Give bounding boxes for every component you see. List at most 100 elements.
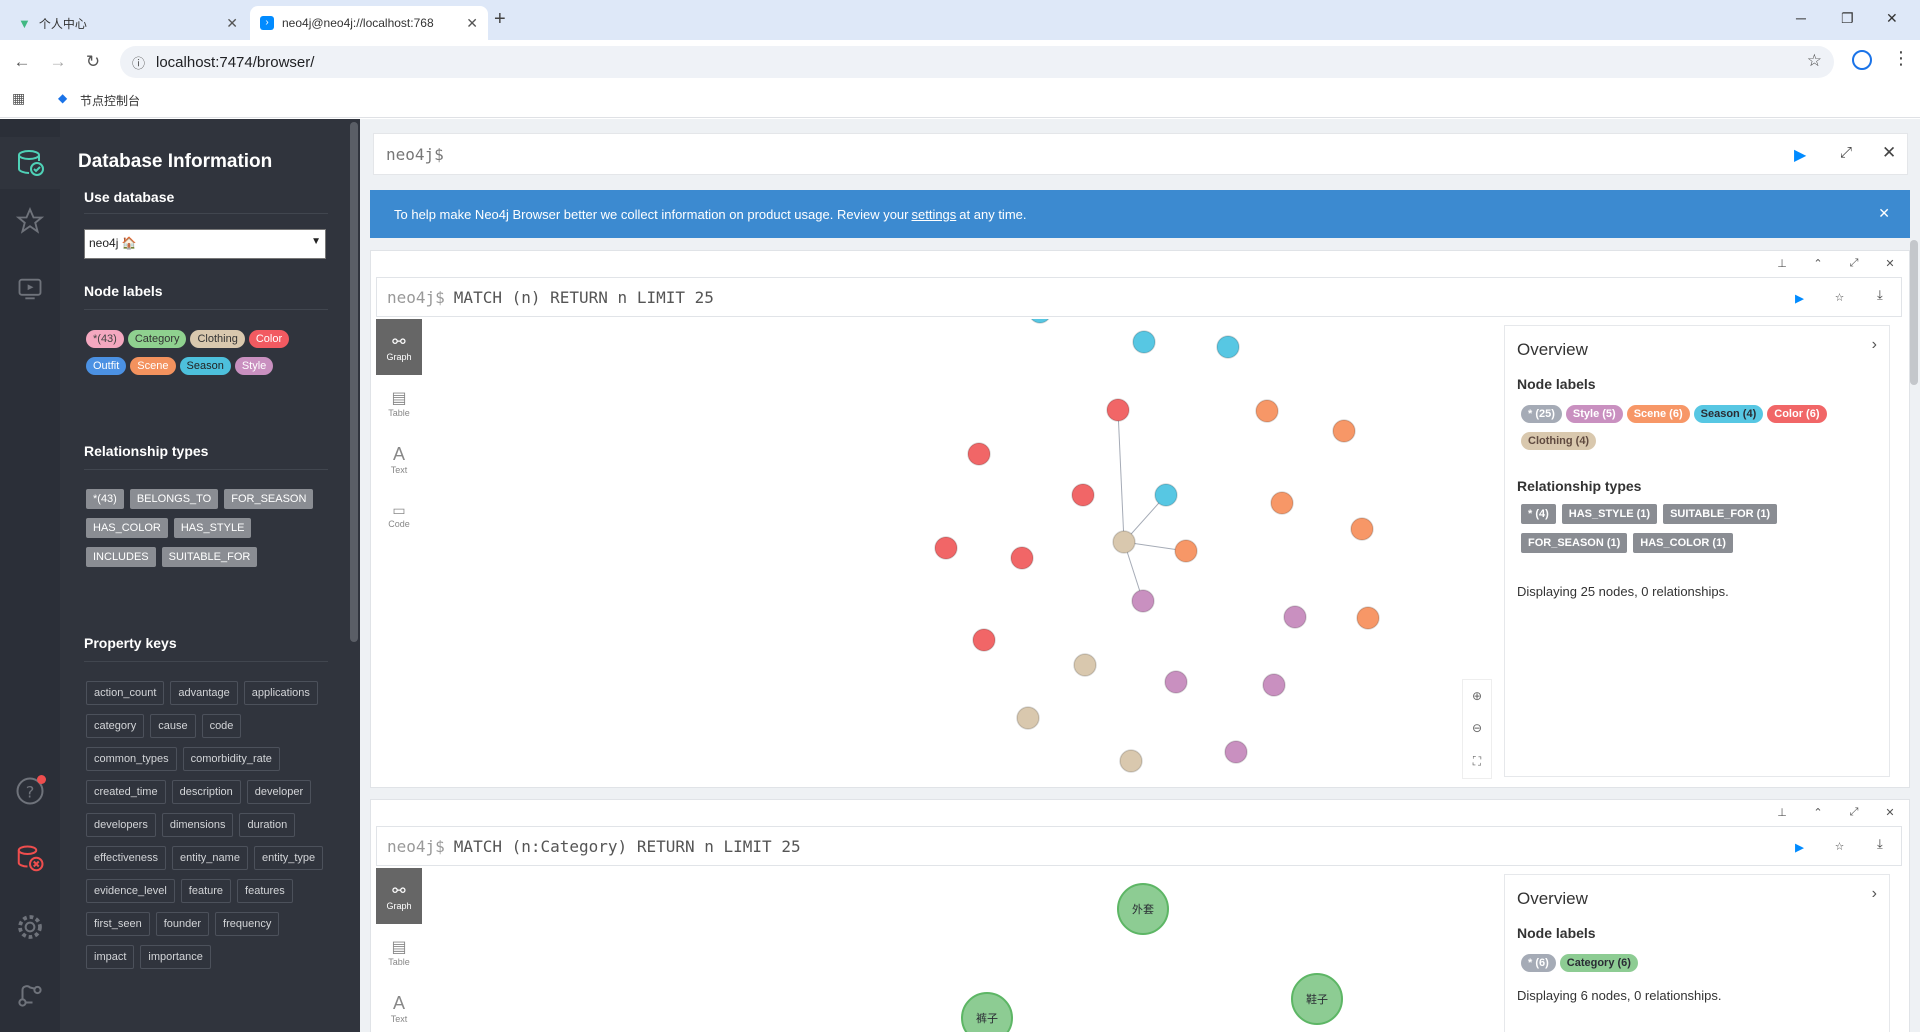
pin-icon[interactable]: ⊥ [1775,806,1789,819]
download-icon[interactable]: ⤓ [1877,837,1883,852]
node-label-pill[interactable]: *(43) [86,330,124,348]
overview-rel-tag[interactable]: SUITABLE_FOR (1) [1663,504,1778,524]
favorites-star-icon[interactable] [14,205,46,237]
property-key-tag[interactable]: description [171,780,241,804]
graph-node[interactable] [1010,546,1034,570]
fit-icon[interactable]: ⛶ [1473,754,1481,769]
zoom-out-icon[interactable]: ⊖ [1472,721,1482,735]
close-frame-icon[interactable]: ✕ [1883,257,1897,270]
overview-label-pill[interactable]: Clothing (4) [1521,432,1597,450]
collapse-icon[interactable]: ⌃ [1811,806,1825,819]
graph-node[interactable] [1216,335,1240,359]
table-view-button[interactable]: ▤ Table [376,375,422,431]
overview-rel-tag[interactable]: HAS_COLOR (1) [1633,533,1733,553]
overview-rel-tag[interactable]: * (4) [1521,504,1556,524]
graph-node[interactable] [1112,530,1136,554]
apps-grid-icon[interactable]: ▦ [12,90,25,107]
property-key-tag[interactable]: category [86,714,145,738]
tab-neo4j[interactable]: › neo4j@neo4j://localhost:768 ✕ [250,6,488,40]
relationship-type-tag[interactable]: INCLUDES [86,547,156,567]
graph-node[interactable] [972,628,996,652]
overview-label-pill[interactable]: * (25) [1521,405,1562,423]
property-key-tag[interactable]: developer [246,780,312,804]
graph-relationship[interactable] [1117,409,1125,543]
graph-node[interactable] [1071,483,1095,507]
database-icon[interactable] [0,137,60,189]
expand-icon[interactable]: ⤢ [1847,257,1861,270]
fullscreen-icon[interactable]: ⤢ [1840,144,1852,161]
address-bar[interactable]: ⓘ localhost:7474/browser/ ☆ [120,46,1834,78]
close-editor-icon[interactable]: ✕ [1882,143,1896,163]
property-key-tag[interactable]: entity_name [172,846,248,870]
node-label-pill[interactable]: Color [248,330,290,348]
graph-node[interactable] [1350,517,1374,541]
drawer-scrollbar[interactable] [350,122,358,642]
overview-label-pill[interactable]: * (6) [1521,954,1556,972]
rerun-play-icon[interactable]: ▶ [1795,838,1804,856]
graph-node[interactable]: 裤子 [961,992,1013,1032]
property-key-tag[interactable]: dimensions [161,813,234,837]
property-key-tag[interactable]: advantage [170,681,238,705]
node-label-pill[interactable]: Category [127,330,187,348]
property-key-tag[interactable]: founder [155,912,210,936]
graph-node[interactable] [1106,398,1130,422]
guides-play-icon[interactable] [14,273,46,305]
graph-node[interactable] [1262,673,1286,697]
graph-node[interactable] [1224,740,1248,764]
node-label-pill[interactable]: Season [179,357,231,375]
overview-label-pill[interactable]: Color (6) [1767,405,1827,423]
overview-label-pill[interactable]: Category (6) [1559,954,1638,972]
property-key-tag[interactable]: impact [86,945,135,969]
graph-node[interactable] [1164,670,1188,694]
cypher-editor[interactable]: neo4j$ ▶ ⤢ ✕ [373,133,1908,175]
node-label-pill[interactable]: Clothing [190,330,245,348]
code-view-button[interactable]: ▭ Code [376,487,422,543]
graph-node[interactable] [1356,606,1380,630]
frame-command[interactable]: neo4j$ MATCH (n) RETURN n LIMIT 25 ▶ ☆ ⤓ [376,277,1902,317]
property-key-tag[interactable]: created_time [86,780,166,804]
chevron-right-icon[interactable]: › [1872,885,1877,903]
relationship-type-tag[interactable]: FOR_SEASON [224,489,314,509]
graph-node[interactable] [1255,399,1279,423]
graph-node[interactable] [1029,319,1051,324]
close-window-button[interactable]: ✕ [1886,10,1898,27]
graph-view-button[interactable]: ⚯ Graph [376,868,422,924]
graph-canvas[interactable] [423,319,1523,787]
profile-icon[interactable] [1852,50,1872,70]
close-banner-icon[interactable]: ✕ [1878,205,1890,222]
restore-button[interactable]: ❐ [1841,10,1854,27]
relationship-type-tag[interactable]: HAS_STYLE [173,518,252,538]
graph-node[interactable] [1174,539,1198,563]
table-view-button[interactable]: ▤ Table [376,924,422,980]
text-view-button[interactable]: A Text [376,431,422,487]
overview-label-pill[interactable]: Scene (6) [1626,405,1690,423]
relationship-type-tag[interactable]: SUITABLE_FOR [161,547,258,567]
bookmark-node-console[interactable]: 节点控制台 [80,92,140,109]
close-frame-icon[interactable]: ✕ [1883,806,1897,819]
graph-node[interactable]: 外套 [1117,883,1169,935]
property-key-tag[interactable]: entity_type [253,846,324,870]
node-label-pill[interactable]: Scene [130,357,176,375]
property-key-tag[interactable]: feature [180,879,232,903]
node-label-pill[interactable]: Style [234,357,274,375]
graph-node[interactable] [934,536,958,560]
property-key-tag[interactable]: code [201,714,242,738]
minimize-button[interactable]: ─ [1796,10,1806,26]
rerun-play-icon[interactable]: ▶ [1795,289,1804,307]
favorite-star-icon[interactable]: ☆ [1835,836,1844,854]
main-scrollbar[interactable] [1910,240,1918,385]
download-icon[interactable]: ⤓ [1877,288,1883,303]
graph-node[interactable] [1154,483,1178,507]
graph-node[interactable] [967,442,991,466]
property-key-tag[interactable]: common_types [86,747,177,771]
overview-rel-tag[interactable]: HAS_STYLE (1) [1561,504,1658,524]
site-info-icon[interactable]: ⓘ [132,53,145,72]
property-key-tag[interactable]: applications [243,681,318,705]
graph-node[interactable] [1131,589,1155,613]
tab-personal-center[interactable]: ▼ 个人中心 ✕ [8,6,248,40]
settings-gear-icon[interactable] [14,911,46,943]
run-play-icon[interactable]: ▶ [1794,145,1806,165]
graph-node[interactable] [1283,605,1307,629]
property-key-tag[interactable]: effectiveness [86,846,167,870]
text-view-button[interactable]: A Text [376,980,422,1032]
